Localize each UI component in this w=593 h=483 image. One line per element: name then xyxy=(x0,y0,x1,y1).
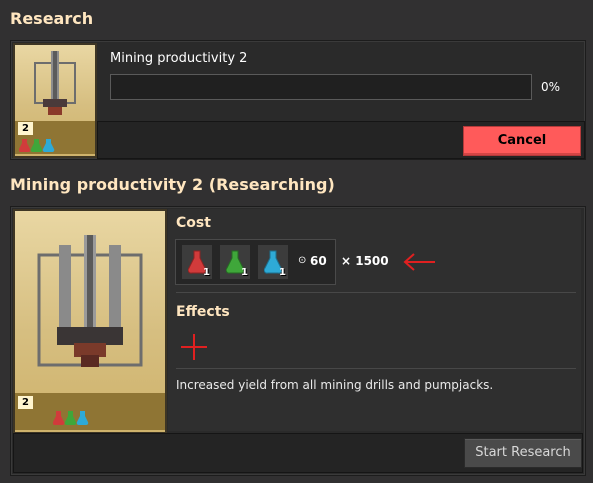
mining-drill-icon xyxy=(34,51,76,115)
level-badge: 2 xyxy=(18,396,33,409)
research-time: 60 xyxy=(310,254,327,268)
clock-icon: ⊙ xyxy=(298,255,307,266)
divider xyxy=(176,292,576,293)
cancel-button[interactable]: Cancel xyxy=(463,126,581,156)
cost-label: Cost xyxy=(176,215,211,231)
research-heading: Research xyxy=(10,9,94,28)
annotation-cross-icon xyxy=(181,334,207,360)
science-packs-icon xyxy=(53,411,89,426)
mining-drill-icon xyxy=(37,235,143,367)
ingredient-slot: 1 xyxy=(257,244,289,280)
ingredient-slot: 1 xyxy=(181,244,213,280)
tech-detail-title: Mining productivity 2 (Researching) xyxy=(10,175,335,194)
effects-label: Effects xyxy=(176,304,230,320)
start-research-button[interactable]: Start Research xyxy=(464,438,582,468)
tech-description: Increased yield from all mining drills a… xyxy=(176,378,494,392)
research-progress-bar xyxy=(110,74,532,100)
level-badge: 2 xyxy=(18,122,33,135)
annotation-arrow-icon xyxy=(403,253,435,271)
current-tech-name: Mining productivity 2 xyxy=(110,51,248,66)
cost-box: 1 1 1 ⊙ 60 xyxy=(175,239,336,285)
cost-multiplier: × 1500 xyxy=(341,254,389,268)
divider xyxy=(176,368,576,369)
current-tech-thumbnail[interactable]: 2 xyxy=(13,43,97,158)
science-packs-icon xyxy=(19,139,55,152)
ingredient-slot: 1 xyxy=(219,244,251,280)
tech-detail-thumbnail: 2 xyxy=(13,209,167,434)
research-progress-text: 0% xyxy=(541,80,561,94)
